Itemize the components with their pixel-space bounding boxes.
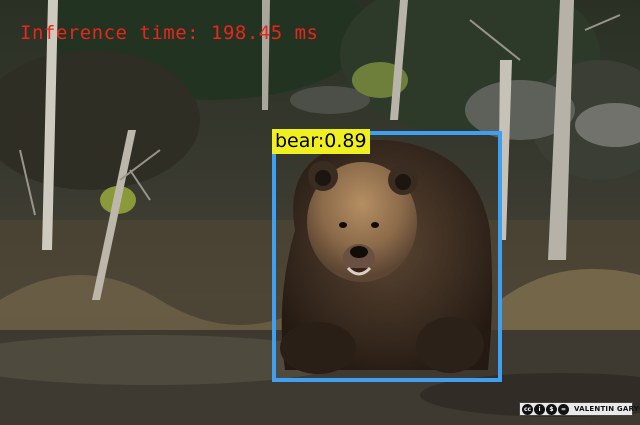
license-author: VALENTIN GARYGA (574, 405, 640, 413)
noncommercial-icon: $ (546, 403, 557, 415)
detection-bounding-box (272, 131, 502, 382)
detection-result-image: Inference time: 198.45 ms bear:0.89 cc i… (0, 0, 640, 425)
creative-commons-icon: cc (522, 403, 533, 415)
detection-label: bear:0.89 (272, 129, 370, 154)
attribution-icon: i (534, 403, 545, 415)
inference-time-text: Inference time: 198.45 ms (20, 22, 319, 44)
noderivatives-icon: = (558, 403, 569, 415)
license-badge: cc i $ = VALENTIN GARYGA (519, 402, 640, 416)
